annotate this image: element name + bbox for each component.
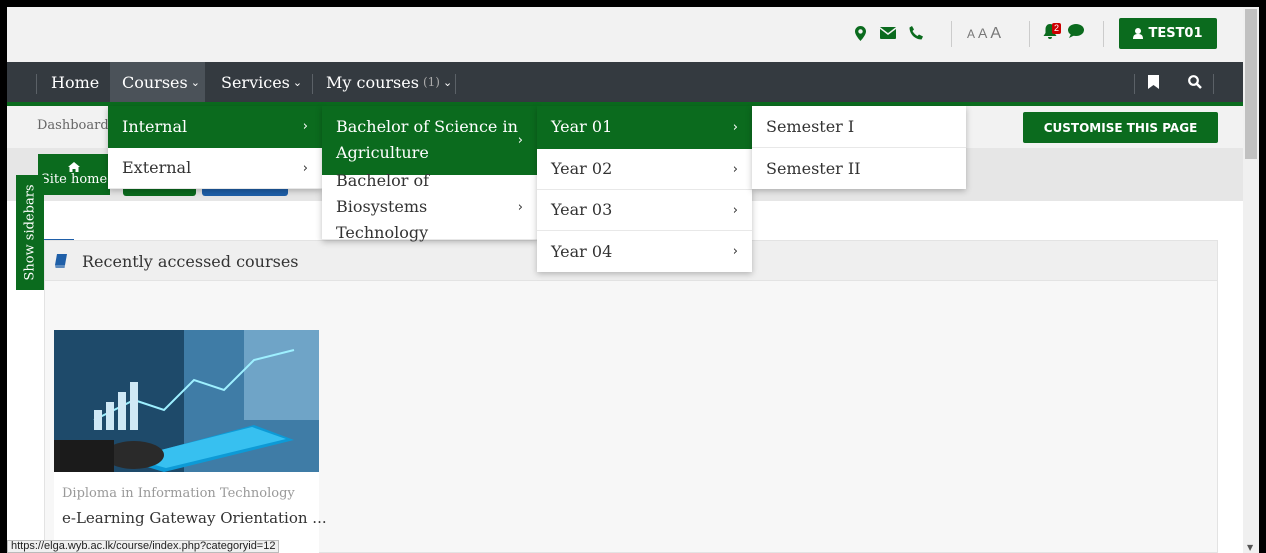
search-button[interactable]: [1177, 62, 1213, 102]
nav-courses-label: Courses: [122, 72, 188, 92]
divider: [1213, 74, 1214, 94]
scroll-down-icon[interactable]: ▼: [1247, 543, 1253, 552]
internal-submenu: Bachelor of Science in Agriculture › Bac…: [322, 106, 537, 242]
nav-my-courses-label: My courses: [326, 72, 419, 92]
menu-item-line: Technology: [336, 223, 429, 242]
notification-badge: 2: [1052, 22, 1062, 34]
menu-item-year-02[interactable]: Year 02 ›: [537, 149, 752, 190]
chevron-right-icon: ›: [517, 199, 523, 215]
nav-my-courses[interactable]: My courses (1) ⌄: [314, 62, 464, 102]
chevron-right-icon: ›: [732, 161, 738, 177]
show-sidebars-label: Show sidebars: [22, 184, 38, 281]
nav-courses[interactable]: Courses ⌄: [110, 62, 205, 102]
chevron-right-icon: ›: [732, 202, 738, 218]
menu-item-line: Bachelor of Science in: [336, 117, 518, 136]
divider: [36, 74, 37, 94]
font-size-medium[interactable]: A: [978, 25, 987, 41]
user-menu-button[interactable]: TEST01: [1119, 18, 1217, 49]
menu-item-label: Bachelor of Biosystems Technology: [336, 168, 523, 246]
menu-item-label: Year 02: [551, 159, 613, 178]
breadcrumb-dashboard[interactable]: Dashboard: [37, 118, 109, 133]
divider: [1103, 21, 1104, 47]
menu-item-year-03[interactable]: Year 03 ›: [537, 190, 752, 231]
chevron-down-icon: ⌄: [190, 75, 200, 89]
menu-item-label: Bachelor of Science in Agriculture: [336, 114, 518, 166]
courses-menu: Internal › External ›: [108, 106, 322, 189]
chevron-right-icon: ›: [732, 244, 738, 259]
nav-services-label: Services: [221, 72, 290, 92]
bell-icon[interactable]: 2: [1043, 22, 1065, 42]
my-courses-count: (1): [422, 75, 440, 89]
page: A A A 2 TEST01 Home Courses ⌄ Services ⌄…: [7, 7, 1243, 553]
customise-page-button[interactable]: CUSTOMISE THIS PAGE: [1023, 112, 1218, 143]
map-marker-icon[interactable]: [852, 25, 868, 41]
chevron-right-icon: ›: [302, 119, 308, 134]
site-home-label: Site home: [40, 172, 108, 187]
chevron-down-icon: ⌄: [442, 75, 453, 89]
user-name: TEST01: [1148, 26, 1203, 41]
chevron-right-icon: ›: [732, 119, 738, 135]
menu-item-semester-1[interactable]: Semester I: [752, 106, 966, 148]
menu-item-label: Semester I: [766, 116, 855, 136]
comment-icon[interactable]: [1068, 23, 1084, 42]
course-card[interactable]: Diploma in Information Technology e-Lear…: [54, 330, 327, 553]
year-submenu: Year 01 › Year 02 › Year 03 › Year 04 ›: [537, 106, 752, 272]
home-icon: [68, 162, 80, 172]
user-icon: [1133, 28, 1144, 39]
site-home-button[interactable]: Site home: [38, 154, 110, 195]
menu-item-label: Internal: [122, 116, 188, 136]
menu-item-biosystems[interactable]: Bachelor of Biosystems Technology ›: [322, 171, 537, 242]
nav-home-label: Home: [51, 72, 100, 92]
divider: [1029, 21, 1030, 47]
top-bar: A A A 2 TEST01: [7, 7, 1243, 62]
status-bar-url: https://elga.wyb.ac.lk/course/index.php?…: [7, 540, 280, 553]
nav-home[interactable]: Home: [39, 62, 111, 102]
menu-item-semester-2[interactable]: Semester II: [752, 148, 966, 189]
chevron-right-icon: ›: [302, 160, 308, 176]
menu-item-internal[interactable]: Internal ›: [108, 106, 322, 148]
menu-item-label: Semester II: [766, 158, 861, 178]
envelope-icon[interactable]: [880, 25, 896, 41]
main-navbar: Home Courses ⌄ Services ⌄ My courses (1)…: [7, 62, 1243, 106]
menu-item-label: External: [122, 158, 192, 177]
search-icon: [1188, 75, 1202, 89]
course-name[interactable]: e-Learning Gateway Orientation ...: [62, 509, 327, 527]
course-category: Diploma in Information Technology: [62, 486, 295, 501]
font-size-small[interactable]: A: [967, 27, 975, 41]
block-title: Recently accessed courses: [82, 252, 299, 271]
scrollbar[interactable]: ▼: [1243, 7, 1259, 553]
show-sidebars-toggle[interactable]: Show sidebars: [16, 175, 44, 290]
notifications: 2: [1043, 22, 1084, 42]
bookmark-button[interactable]: [1135, 62, 1171, 102]
divider: [455, 74, 456, 94]
contact-icons: [852, 25, 924, 41]
menu-item-line: Bachelor of Biosystems: [336, 171, 430, 216]
bookmark-icon: [1147, 75, 1159, 89]
nav-services[interactable]: Services ⌄: [209, 62, 314, 102]
menu-item-label: Year 04: [551, 241, 613, 261]
font-size-large[interactable]: A: [990, 25, 1001, 43]
scroll-thumb[interactable]: [1245, 9, 1257, 159]
menu-item-label: Year 03: [551, 200, 613, 219]
semester-submenu: Semester I Semester II: [752, 106, 966, 189]
menu-item-line: Agriculture: [336, 143, 429, 162]
divider: [312, 74, 313, 94]
menu-item-year-01[interactable]: Year 01 ›: [537, 106, 752, 149]
divider: [951, 21, 952, 47]
phone-icon[interactable]: [908, 25, 924, 41]
chevron-right-icon: ›: [517, 132, 523, 148]
book-icon: [55, 254, 67, 268]
course-image[interactable]: [54, 330, 319, 472]
font-size-controls: A A A: [967, 25, 1001, 43]
menu-item-bsc-agriculture[interactable]: Bachelor of Science in Agriculture ›: [322, 106, 537, 175]
menu-item-label: Year 01: [551, 117, 613, 136]
chevron-down-icon: ⌄: [292, 75, 303, 89]
menu-item-year-04[interactable]: Year 04 ›: [537, 231, 752, 272]
menu-item-external[interactable]: External ›: [108, 148, 322, 189]
recent-courses-block: Recently accessed courses Diploma in Inf…: [44, 240, 1218, 553]
